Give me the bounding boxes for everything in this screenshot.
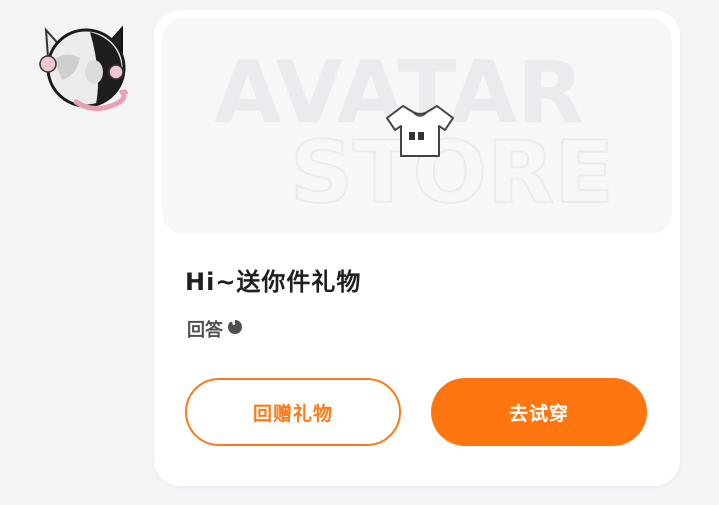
avatar-store-banner: AVATAR STORE xyxy=(162,18,672,234)
return-gift-button[interactable]: 回赠礼物 xyxy=(185,378,401,446)
gift-item-shirt[interactable] xyxy=(385,102,455,164)
try-on-button[interactable]: 去试穿 xyxy=(431,378,647,446)
reply-row[interactable]: 回答 xyxy=(187,316,243,342)
blob-icon xyxy=(227,319,243,340)
gift-title: Hi~送你件礼物 xyxy=(185,268,362,296)
reply-label: 回答 xyxy=(187,320,223,341)
gift-card: AVATAR STORE Hi~送你件礼物 回答 回赠礼物 去试穿 xyxy=(154,10,680,486)
sender-avatar[interactable] xyxy=(36,14,134,114)
